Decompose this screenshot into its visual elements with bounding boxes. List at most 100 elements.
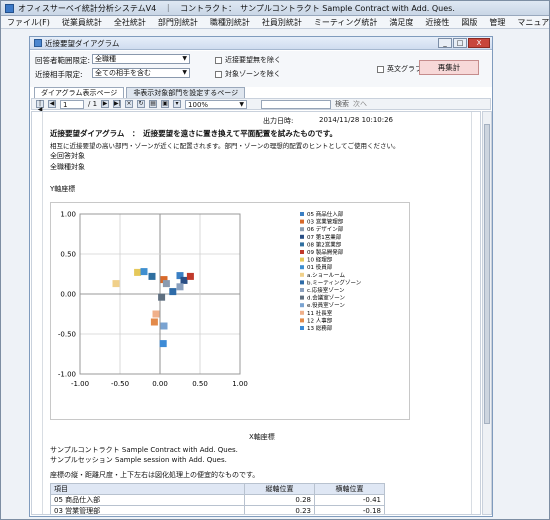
table-cell: 0.28 [244,494,315,506]
menu-item-7[interactable]: 満足度 [389,17,413,28]
legend-label: b.ミーティングゾーン [307,278,362,286]
legend-label: d.会議室ゾーン [307,294,345,302]
footer-contract: サンプルコントラクト Sample Contract with Add. Que… [50,446,238,454]
y-tick-label: 0.00 [60,291,76,299]
checkbox-label: 英文グラフ [387,65,422,73]
menu-item-11[interactable]: マニュアル [517,17,550,28]
menu-item-5[interactable]: 社員別統計 [262,17,302,28]
data-point [162,280,170,288]
legend-label: 05 商品仕入部 [307,210,344,218]
find-next-button[interactable]: 次へ [353,99,367,109]
table-row: 05 商品仕入部 0.28 -0.41 [50,494,385,506]
chart-frame [50,202,410,420]
y-tick-label: -1.00 [58,371,76,379]
find-input[interactable] [261,99,332,109]
menu-item-4[interactable]: 職種別統計 [210,17,250,28]
y-tick-label: 0.50 [60,251,76,259]
refresh-icon[interactable]: ↻ [137,100,146,108]
legend-swatch [300,318,304,323]
menu-bar: ファイル(F) 従業員統計 全社統計 部門別統計 職種別統計 社員別統計 ミーティング統計満… [1,16,550,29]
diagram-window: 近接要望ダイアグラム _ □ X 回答者範囲限定: 全職種 ▼ 近接相手限定: 全… [29,36,493,517]
menu-item-6[interactable]: ミーティング統計 [314,17,378,28]
tab-diagram[interactable]: ダイアグラム表示ページ [34,87,125,98]
legend-label: 08 第2営業部 [307,240,342,248]
table-header-cell: 縦軸位置 [244,483,315,495]
chevron-down-icon: ▼ [182,55,187,62]
chevron-down-icon: ▼ [239,100,245,108]
menu-item-0[interactable]: ファイル(F) [7,17,50,28]
data-point [160,322,168,330]
data-point [152,310,160,318]
recalculate-button[interactable]: 再集計 [419,60,479,75]
respondent-select[interactable]: 全職種 ▼ [92,54,190,64]
find-button[interactable]: 検索 [335,99,349,109]
page-setup-icon[interactable]: ▣ [161,100,170,108]
legend-swatch [300,295,304,300]
y-tick-label: 1.00 [60,211,76,219]
menu-item-8[interactable]: 近接性 [425,17,449,28]
print-icon[interactable]: ▤ [149,100,158,108]
legend-swatch [300,250,304,254]
menu-item-9[interactable]: 図版 [461,17,477,28]
zoom-select[interactable]: 100% ▼ [185,99,248,109]
report-viewer: 出力日時: 2014/11/28 10:10:26 近接要望ダイアグラム ： 近… [31,111,481,515]
footer-session: サンプルセッション Sample session with Add. Ques. [50,456,227,464]
legend-label: 10 経理部 [307,256,333,264]
table-header-cell: 項目 [50,483,245,495]
menu-item-1[interactable]: 従業員統計 [62,17,102,28]
output-date: 2014/11/28 10:10:26 [319,116,394,124]
report-title: 近接要望ダイアグラム ： 近接要望を遠さに置き換えて平面配置を試みたものです。 [50,129,338,138]
partner-select[interactable]: 全ての相手を含む ▼ [92,68,190,78]
scrollbar-thumb[interactable] [484,124,490,424]
page-input[interactable]: 1 [60,99,84,109]
data-point [186,272,194,280]
menu-item-2[interactable]: 全社統計 [114,17,146,28]
zoom-value: 100% [188,100,209,109]
legend-swatch [300,310,304,315]
stop-icon[interactable]: × [125,100,134,108]
checkbox-box [215,70,222,78]
app-window: オフィスサーベイ統計分析システムV4 ｜ コントラクト： サンプルコントラクト … [0,0,550,520]
tab-hidden-departments[interactable]: 非表示対象部門を設定するページ [126,87,246,98]
x-tick-label: 0.00 [152,380,168,388]
exclude-none-checkbox[interactable]: 近接要望無を除く [215,55,281,65]
english-graph-checkbox[interactable]: 英文グラフ [377,64,422,74]
next-page-icon[interactable]: ▶ [101,100,110,108]
data-point [150,318,158,326]
exclude-zone-checkbox[interactable]: 対象ゾーンを除く [215,69,281,79]
legend-label: 01 役員部 [307,263,333,271]
vertical-scrollbar[interactable] [482,111,492,515]
data-point [148,272,156,280]
legend-label: 09 製品開発部 [307,248,344,256]
data-point [140,268,148,276]
table-header-row: 項目 縦軸位置 横軸位置 [50,483,385,495]
diagram-window-title: 近接要望ダイアグラム [45,38,120,48]
export-icon[interactable]: ▾ [173,100,182,108]
checkbox-label: 対象ゾーンを除く [225,70,281,78]
legend-label: c.応接室ゾーン [307,286,345,294]
menu-item-3[interactable]: 部門別統計 [158,17,198,28]
table-cell: 05 商品仕入部 [50,494,245,506]
time-label: 近接相手限定: [35,70,83,79]
legend-label: 13 総務部 [307,324,333,332]
app-titlebar: オフィスサーベイ統計分析システムV4 ｜ コントラクト： サンプルコントラクト … [1,1,549,16]
prev-page-icon[interactable]: ◀ [48,100,56,108]
menu-item-10[interactable]: 管理 [489,17,505,28]
legend-label: 06 デザイン部 [307,225,344,233]
proximity-scatter-chart: -1.00 -0.50 0.00 0.50 1.00 1.00 0.50 0.00 -0.50 -… [50,202,410,420]
table-row: 03 営業管理部 0.23 -0.18 [50,505,385,514]
last-page-icon[interactable]: ▶| [113,100,122,108]
legend-swatch [300,272,304,277]
data-point [180,276,188,284]
close-button[interactable]: X [468,38,490,48]
table-cell: -0.41 [314,494,385,506]
legend-swatch [300,234,304,239]
legend-swatch [300,265,304,270]
first-page-icon[interactable]: |◀ [36,100,44,113]
minimize-button[interactable]: _ [438,38,452,48]
maximize-button[interactable]: □ [453,38,467,48]
y-tick-label: -0.50 [58,331,76,339]
filter-panel: 回答者範囲限定: 全職種 ▼ 近接相手限定: 全ての相手を含む ▼ 近接要望無を除く… [30,51,492,87]
output-label: 出力日時: [263,117,294,125]
diagram-window-titlebar: 近接要望ダイアグラム _ □ X [30,37,492,50]
